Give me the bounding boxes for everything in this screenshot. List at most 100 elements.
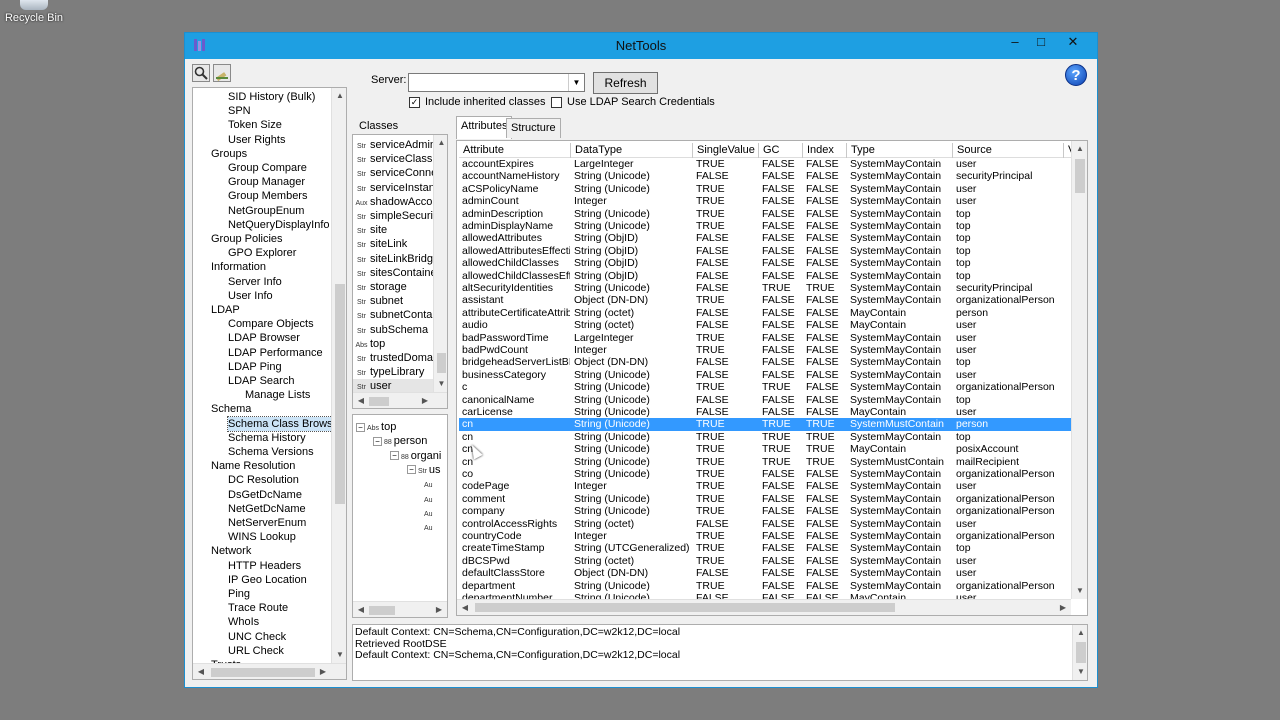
scroll-up-arrow-icon[interactable]: ▲ [332, 88, 346, 104]
scroll-up-arrow-icon[interactable]: ▲ [434, 135, 447, 151]
minimize-button[interactable]: – [1002, 33, 1028, 53]
nav-item[interactable]: WINS Lookup [228, 530, 296, 544]
collapse-toggle-icon[interactable]: − [390, 451, 399, 461]
nav-item[interactable]: Groups [211, 147, 247, 161]
column-header[interactable]: Attribute [459, 143, 571, 158]
chevron-down-icon[interactable]: ▼ [568, 74, 584, 91]
structure-hscroll[interactable]: ◀ ▶ [353, 601, 447, 617]
nav-item[interactable]: NetGroupEnum [228, 204, 304, 218]
column-header[interactable]: Index [803, 143, 847, 158]
scroll-right-arrow-icon[interactable]: ▶ [1055, 600, 1071, 615]
structure-item[interactable]: Au [424, 492, 433, 506]
nav-item[interactable]: NetServerEnum [228, 516, 306, 530]
class-list-item[interactable]: Str serviceInstanc [353, 181, 433, 195]
nav-item[interactable]: Server Info [228, 275, 282, 289]
collapse-toggle-icon[interactable]: − [373, 436, 382, 446]
nav-item[interactable]: Schema Class Browser [226, 415, 331, 432]
table-row[interactable]: createTimeStamp String (UTCGeneralized) TR… [459, 542, 1071, 554]
column-header[interactable]: SingleValue [693, 143, 759, 158]
navigation-tree-hscroll[interactable]: ◀ ▶ [193, 663, 346, 679]
nav-item[interactable]: IP Geo Location [228, 573, 307, 587]
table-row[interactable]: attributeCertificateAttrib... String (oct… [459, 307, 1071, 319]
nav-item[interactable]: LDAP Search [228, 374, 294, 388]
table-row[interactable]: allowedAttributesEffecti... String (ObjID… [459, 245, 1071, 257]
collapse-toggle-icon[interactable]: − [356, 422, 365, 432]
scroll-thumb[interactable] [437, 353, 446, 373]
structure-item[interactable]: Au [424, 520, 433, 534]
table-row[interactable]: adminCount Integer TRUE FALSE FALSE SystemMay… [459, 195, 1071, 207]
nav-item[interactable]: Token Size [228, 118, 282, 132]
scroll-left-arrow-icon[interactable]: ◀ [353, 602, 369, 617]
search-button[interactable] [192, 64, 210, 82]
table-row[interactable]: c String (Unicode) TRUE TRUE FALSE SystemMayC… [459, 381, 1071, 393]
structure-item[interactable]: − Str us [407, 463, 441, 477]
class-list-item[interactable]: Aux shadowAccou [353, 195, 433, 209]
table-row[interactable]: countryCode Integer TRUE FALSE FALSE SystemMa… [459, 530, 1071, 542]
table-row[interactable]: department String (Unicode) TRUE FALSE FALSE… [459, 580, 1071, 592]
tab-structure[interactable]: Structure [506, 118, 561, 138]
nav-item[interactable]: Schema [211, 402, 251, 416]
table-row[interactable]: codePage Integer TRUE FALSE FALSE SystemMayCo… [459, 480, 1071, 492]
nav-item[interactable]: Schema History [228, 431, 306, 445]
scroll-thumb[interactable] [1076, 642, 1086, 663]
scroll-thumb[interactable] [369, 606, 395, 615]
nav-item[interactable]: Group Members [228, 189, 307, 203]
nav-item[interactable]: URL Check [228, 644, 284, 658]
ldap-credentials-checkbox[interactable] [551, 97, 562, 108]
table-row[interactable]: badPasswordTime LargeInteger TRUE FALSE FALS… [459, 332, 1071, 344]
server-combobox[interactable]: ▼ [408, 73, 585, 92]
include-inherited-checkbox[interactable]: ✓ [409, 97, 420, 108]
nav-item[interactable]: UNC Check [228, 630, 286, 644]
scroll-right-arrow-icon[interactable]: ▶ [315, 664, 331, 679]
scroll-up-arrow-icon[interactable]: ▲ [1073, 625, 1087, 641]
scroll-thumb[interactable] [475, 603, 895, 612]
nav-item[interactable]: HTTP Headers [228, 559, 301, 573]
class-list-item[interactable]: Str serviceConnec [353, 166, 433, 180]
table-row[interactable]: allowedChildClasses String (ObjID) FALSE FA… [459, 257, 1071, 269]
table-row[interactable]: comment String (Unicode) TRUE FALSE FALSE Sys… [459, 493, 1071, 505]
scroll-down-arrow-icon[interactable]: ▼ [434, 376, 447, 392]
nav-item[interactable]: NetGetDcName [228, 502, 306, 516]
class-list-item[interactable]: Str trustedDomain [353, 351, 433, 365]
class-list-item[interactable]: Str typeLibrary [353, 365, 433, 379]
scroll-down-arrow-icon[interactable]: ▼ [332, 647, 346, 663]
table-row[interactable]: cn String (Unicode) TRUE TRUE TRUE MayContain… [459, 443, 1071, 455]
table-row[interactable]: allowedChildClassesEff... String (ObjID) F… [459, 270, 1071, 282]
structure-item[interactable]: − Abs top [356, 420, 396, 434]
nav-item[interactable]: Name Resolution [211, 459, 295, 473]
class-list-item[interactable]: Str siteLinkBridge [353, 252, 433, 266]
column-header[interactable]: GC [759, 143, 803, 158]
table-row[interactable]: adminDisplayName String (Unicode) TRUE FALS… [459, 220, 1071, 232]
structure-item[interactable]: Au [424, 477, 433, 491]
class-list-item[interactable]: Str serviceClass [353, 152, 433, 166]
table-row[interactable]: audio String (octet) FALSE FALSE FALSE MayCon… [459, 319, 1071, 331]
nav-item[interactable]: Group Manager [228, 175, 305, 189]
maximize-button[interactable]: □ [1028, 33, 1054, 53]
scroll-up-arrow-icon[interactable]: ▲ [1072, 141, 1087, 157]
nav-item[interactable]: Ping [228, 587, 250, 601]
nav-item[interactable]: Information [211, 260, 266, 274]
table-row[interactable]: badPwdCount Integer TRUE FALSE FALSE SystemMa… [459, 344, 1071, 356]
table-row[interactable]: cn String (Unicode) TRUE TRUE TRUE SystemMust… [459, 418, 1071, 431]
title-bar[interactable]: NetTools – □ ✕ [185, 33, 1097, 59]
scroll-down-arrow-icon[interactable]: ▼ [1073, 664, 1087, 680]
navigation-tree-vscroll[interactable]: ▲ ▼ [331, 88, 346, 663]
column-header[interactable]: Type [847, 143, 953, 158]
refresh-button[interactable]: Refresh [593, 72, 658, 94]
nav-item[interactable]: SPN [228, 104, 251, 118]
class-list-item[interactable]: Str subSchema [353, 323, 433, 337]
nav-item[interactable]: User Rights [228, 133, 285, 147]
table-row[interactable]: businessCategory String (Unicode) FALSE FAL… [459, 369, 1071, 381]
nav-item[interactable]: Group Compare [228, 161, 307, 175]
table-row[interactable]: dBCSPwd String (octet) TRUE FALSE FALSE Syste… [459, 555, 1071, 567]
nav-item[interactable]: GPO Explorer [228, 246, 296, 260]
class-list-item[interactable]: Str siteLink [353, 237, 433, 251]
nav-item[interactable]: LDAP Ping [228, 360, 282, 374]
class-list-item[interactable]: Str sitesContainer [353, 266, 433, 280]
column-header[interactable]: Source [953, 143, 1064, 158]
structure-item[interactable]: Au [424, 506, 433, 520]
nav-item[interactable]: User Info [228, 289, 273, 303]
help-icon[interactable]: ? [1065, 64, 1087, 86]
nav-item[interactable]: Trace Route [228, 601, 288, 615]
class-list-item[interactable]: Str subnetContain [353, 308, 433, 322]
